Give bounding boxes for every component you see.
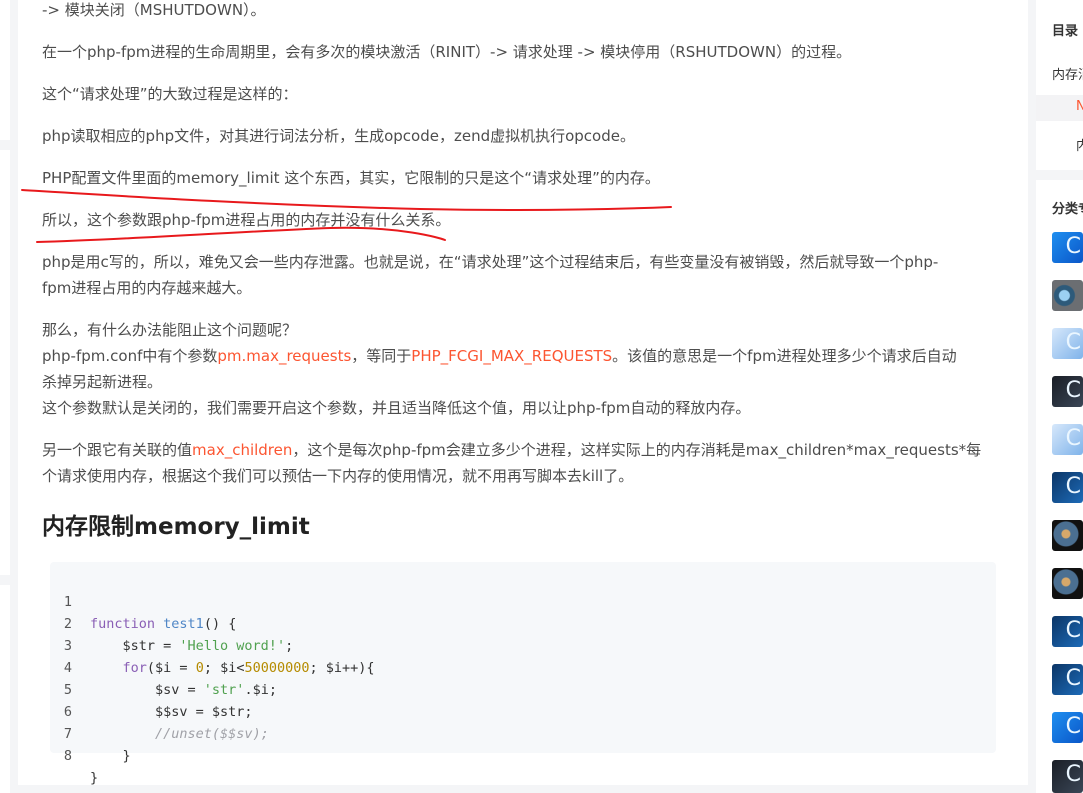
toc-title: 目录	[1052, 24, 1079, 39]
article-line-default-off: 这个参数默认是关闭的，我们需要开启这个参数，并且适当降低这个值，用以让php-f…	[42, 399, 751, 417]
category-thumb[interactable]: C	[1052, 712, 1083, 743]
category-thumb[interactable]: C	[1052, 472, 1083, 503]
c-glyph-icon: C	[1065, 474, 1081, 499]
text-segment: php-fpm.conf中有个参数	[42, 347, 218, 365]
code-line: 5 $$sv = $str;	[50, 657, 996, 720]
code-line: 6 //unset($$sv);	[50, 679, 996, 742]
category-thumb[interactable]: C	[1052, 424, 1083, 455]
category-title: 分类专	[1052, 202, 1083, 217]
c-glyph-icon: C	[1065, 234, 1081, 259]
article-line-max-children: 另一个跟它有关联的值max_children，这个是每次php-fpm会建立多少…	[42, 437, 1002, 463]
category-thumb[interactable]: C	[1052, 616, 1083, 647]
article-line-lifecycle: 在一个php-fpm进程的生命周期里，会有多次的模块激活（RINIT）-> 请求…	[42, 43, 852, 61]
article-content: -> 模块关闭（MSHUTDOWN）。 在一个php-fpm进程的生命周期里，会…	[18, 0, 1028, 786]
text-segment: ，等同于	[351, 347, 412, 365]
article-line-question: 那么，有什么办法能阻止这个问题呢？	[42, 321, 298, 339]
category-thumb[interactable]	[1052, 520, 1083, 551]
left-card-3	[0, 585, 10, 793]
article-line-request-process: 这个“请求处理”的大致过程是这样的：	[42, 85, 298, 103]
text-segment: 。该值的意思是一个fpm进程处理多少个请求后自动	[612, 347, 957, 365]
c-glyph-icon: C	[1065, 762, 1081, 787]
keyword-max-children: max_children	[192, 441, 293, 459]
left-card-1	[0, 0, 10, 140]
category-thumb[interactable]: C	[1052, 328, 1083, 359]
article-line-no-relation: 所以，这个参数跟php-fpm进程占用的内存并没有什么关系。	[42, 211, 451, 229]
code-text: }	[90, 770, 99, 786]
c-glyph-icon: C	[1065, 618, 1081, 643]
article-line-memory-leak-cont: fpm进程占用的内存越来越大。	[42, 279, 252, 297]
category-thumb[interactable]: C	[1052, 760, 1083, 793]
category-panel: 分类专 C C C C C C C C C	[1036, 180, 1083, 793]
article-line-memory-limit: PHP配置文件里面的memory_limit 这个东西，其实，它限制的只是这个“…	[42, 169, 660, 187]
left-card-2	[0, 150, 10, 575]
article-line-memory-leak: php是用c写的，所以，难免又会一些内存泄露。也就是说，在“请求处理”这个过程结…	[42, 253, 939, 271]
code-line: 3 for($i = 0; $i<50000000; $i++){	[50, 613, 996, 676]
c-glyph-icon: C	[1065, 426, 1081, 451]
toc-item-active[interactable]: N	[1076, 99, 1083, 114]
toc-item-sub[interactable]: 内	[1076, 135, 1083, 154]
code-line: 4 $sv = 'str'.$i;	[50, 635, 996, 698]
text-segment: ，这个是每次php-fpm会建立多少个进程，这样实际上的内存消耗是max_chi…	[292, 441, 982, 459]
category-thumb[interactable]: C	[1052, 376, 1083, 407]
category-thumb[interactable]	[1052, 568, 1083, 599]
c-glyph-icon: C	[1065, 378, 1081, 403]
category-thumb[interactable]: C	[1052, 664, 1083, 695]
c-glyph-icon: C	[1065, 666, 1081, 691]
code-line: 8 }	[50, 723, 996, 786]
c-glyph-icon: C	[1065, 714, 1081, 739]
category-thumb[interactable]	[1052, 280, 1083, 311]
c-glyph-icon: C	[1065, 330, 1081, 355]
line-number: 8	[63, 748, 72, 764]
keyword-php-fcgi-max-requests: PHP_FCGI_MAX_REQUESTS	[411, 347, 613, 365]
code-line: 1 function test1() {	[50, 569, 996, 632]
code-line: 7 }	[50, 701, 996, 764]
text-segment: 另一个跟它有关联的值	[42, 441, 193, 459]
article-line-opcode: php读取相应的php文件，对其进行词法分析，生成opcode，zend虚拟机执…	[42, 127, 635, 145]
article-line-max-requests: php-fpm.conf中有个参数pm.max_requests，等同于PHP_…	[42, 343, 1002, 369]
section-heading-memory-limit: 内存限制memory_limit	[42, 514, 310, 540]
right-sidebar: 目录 内存消 N 内 分类专 C C C C C C C C C	[1036, 0, 1083, 793]
keyword-pm-max-requests: pm.max_requests	[217, 347, 352, 365]
code-line: 2 $str = 'Hello word!';	[50, 591, 996, 654]
article-line-mshutdown: -> 模块关闭（MSHUTDOWN）。	[42, 1, 266, 19]
article-line-max-children-cont: 个请求使用内存，根据这个我们可以预估一下内存的使用情况，就不用再写脚本去kill…	[42, 467, 634, 485]
left-page-gutter	[0, 0, 10, 793]
toc-panel: 目录 内存消 N 内	[1036, 0, 1083, 170]
article-line-max-requests-cont: 杀掉另起新进程。	[42, 373, 163, 391]
category-thumb[interactable]: C	[1052, 232, 1083, 263]
toc-item-memory[interactable]: 内存消	[1052, 64, 1083, 83]
code-block[interactable]: 1 function test1() { 2 $str = 'Hello wor…	[50, 562, 996, 786]
